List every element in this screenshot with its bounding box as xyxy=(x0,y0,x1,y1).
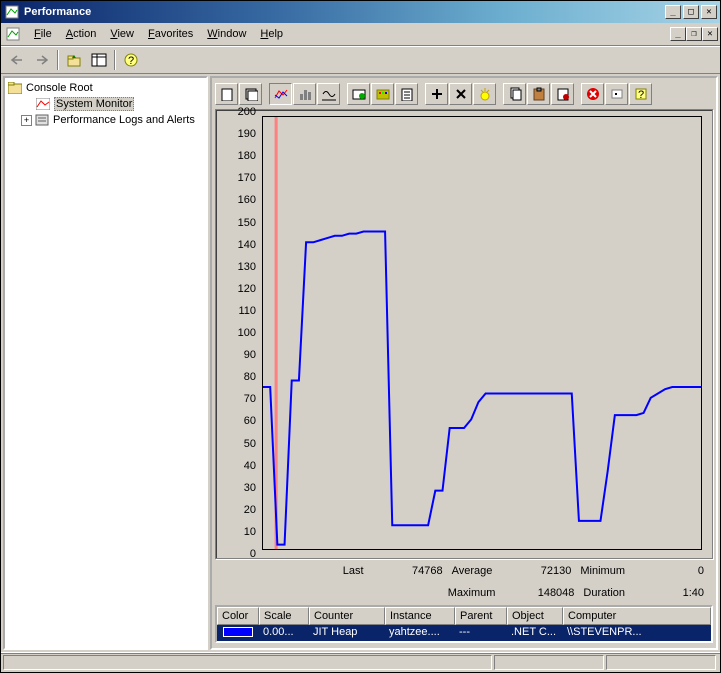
body: Console Root System Monitor + Performanc… xyxy=(1,74,720,652)
row-color xyxy=(217,625,259,641)
forward-button xyxy=(30,49,53,71)
view-report-button[interactable] xyxy=(317,83,340,105)
tree-root-label: Console Root xyxy=(26,82,93,94)
freeze-button[interactable] xyxy=(581,83,604,105)
show-hide-tree-button[interactable] xyxy=(87,49,110,71)
paste-button[interactable] xyxy=(527,83,550,105)
counter-header[interactable]: Color Scale Counter Instance Parent Obje… xyxy=(217,607,711,625)
mdi-child-icon[interactable] xyxy=(4,25,22,43)
min-value: 0 xyxy=(631,563,707,579)
status-1 xyxy=(494,655,604,670)
view-histogram-button[interactable] xyxy=(293,83,316,105)
menu-window[interactable]: Window xyxy=(200,26,253,42)
menu-view[interactable]: View xyxy=(103,26,141,42)
minimize-button[interactable]: _ xyxy=(665,5,681,19)
chart-grid xyxy=(262,116,702,550)
tree-pane[interactable]: Console Root System Monitor + Performanc… xyxy=(3,76,208,650)
menu-file[interactable]: File xyxy=(27,26,59,42)
max-label: Maximum xyxy=(448,587,496,599)
highlight-counter-button[interactable] xyxy=(473,83,496,105)
add-button[interactable] xyxy=(347,83,370,105)
dur-value: 1:40 xyxy=(631,585,707,601)
tree-sysmon-label: System Monitor xyxy=(54,97,134,111)
col-scale[interactable]: Scale xyxy=(259,607,309,625)
tree-perflogs[interactable]: + Performance Logs and Alerts xyxy=(7,112,204,128)
row-parent: --- xyxy=(455,625,507,641)
view-chart-button[interactable] xyxy=(269,83,292,105)
mdi-minimize-button[interactable]: _ xyxy=(670,27,686,41)
status-main xyxy=(3,655,492,670)
back-button xyxy=(5,49,28,71)
statusbar xyxy=(1,652,720,672)
window-title: Performance xyxy=(24,6,665,18)
app-icon xyxy=(4,4,20,20)
tree-perflogs-label: Performance Logs and Alerts xyxy=(53,114,195,126)
clear-display-button[interactable] xyxy=(239,83,262,105)
menu-favorites[interactable]: Favorites xyxy=(141,26,200,42)
highlight-button[interactable] xyxy=(395,83,418,105)
performance-window: Performance _ □ ✕ File Action View Favor… xyxy=(0,0,721,673)
sysmon-icon xyxy=(35,97,51,111)
up-button[interactable] xyxy=(62,49,85,71)
tree-expand-toggle[interactable]: + xyxy=(21,115,32,126)
menu-action[interactable]: Action xyxy=(59,26,104,42)
new-counter-set-button[interactable] xyxy=(215,83,238,105)
row-counter: JIT Heap xyxy=(309,625,385,641)
col-object[interactable]: Object xyxy=(507,607,563,625)
col-color[interactable]: Color xyxy=(217,607,259,625)
update-button[interactable] xyxy=(605,83,628,105)
last-label: Last xyxy=(343,565,364,577)
max-value: 148048 xyxy=(501,585,577,601)
row-object: .NET C... xyxy=(507,625,563,641)
titlebar[interactable]: Performance _ □ ✕ xyxy=(1,1,720,23)
counter-row[interactable]: 0.00... JIT Heap yahtzee.... --- .NET C.… xyxy=(217,625,711,641)
delete-counter-button[interactable] xyxy=(449,83,472,105)
menu-help[interactable]: Help xyxy=(253,26,290,42)
tree-root[interactable]: Console Root xyxy=(7,80,204,96)
tree-sysmon[interactable]: System Monitor xyxy=(7,96,204,112)
help-sm-button[interactable]: ? xyxy=(629,83,652,105)
avg-label: Average xyxy=(452,565,493,577)
row-scale: 0.00... xyxy=(259,625,309,641)
copy-button[interactable] xyxy=(503,83,526,105)
svg-text:?: ? xyxy=(637,89,643,101)
y-axis: 0102030405060708090100110120130140150160… xyxy=(220,112,258,554)
svg-text:?: ? xyxy=(127,55,133,67)
row-instance: yahtzee.... xyxy=(385,625,455,641)
status-2 xyxy=(606,655,716,670)
counter-list[interactable]: Color Scale Counter Instance Parent Obje… xyxy=(215,605,713,643)
maximize-button[interactable]: □ xyxy=(683,5,699,19)
sysmon-toolbar: ? xyxy=(215,81,713,109)
last-value: 74768 xyxy=(370,563,446,579)
perflogs-icon xyxy=(34,113,50,127)
nav-toolbar: ? xyxy=(1,46,720,74)
row-computer: \\STEVENPR... xyxy=(563,625,711,641)
avg-value: 72130 xyxy=(498,563,574,579)
dur-label: Duration xyxy=(583,587,625,599)
help-button[interactable]: ? xyxy=(119,49,142,71)
delete-button[interactable] xyxy=(371,83,394,105)
main-pane: ? 01020304050607080901001101201301401501… xyxy=(210,76,718,650)
properties-button[interactable] xyxy=(551,83,574,105)
add-counter-button[interactable] xyxy=(425,83,448,105)
folder-icon xyxy=(7,81,23,95)
mdi-restore-button[interactable]: ❐ xyxy=(686,27,702,41)
col-instance[interactable]: Instance xyxy=(385,607,455,625)
close-button[interactable]: ✕ xyxy=(701,5,717,19)
chart[interactable]: 0102030405060708090100110120130140150160… xyxy=(215,109,713,559)
menubar: File Action View Favorites Window Help _… xyxy=(1,23,720,46)
mdi-close-button[interactable]: ✕ xyxy=(702,27,718,41)
stats: Last 74768 Average 72130 Minimum 0 xyxy=(215,559,713,581)
min-label: Minimum xyxy=(580,565,625,577)
col-parent[interactable]: Parent xyxy=(455,607,507,625)
col-computer[interactable]: Computer xyxy=(563,607,711,625)
stats-2: Maximum 148048 Duration 1:40 xyxy=(215,581,713,603)
col-counter[interactable]: Counter xyxy=(309,607,385,625)
